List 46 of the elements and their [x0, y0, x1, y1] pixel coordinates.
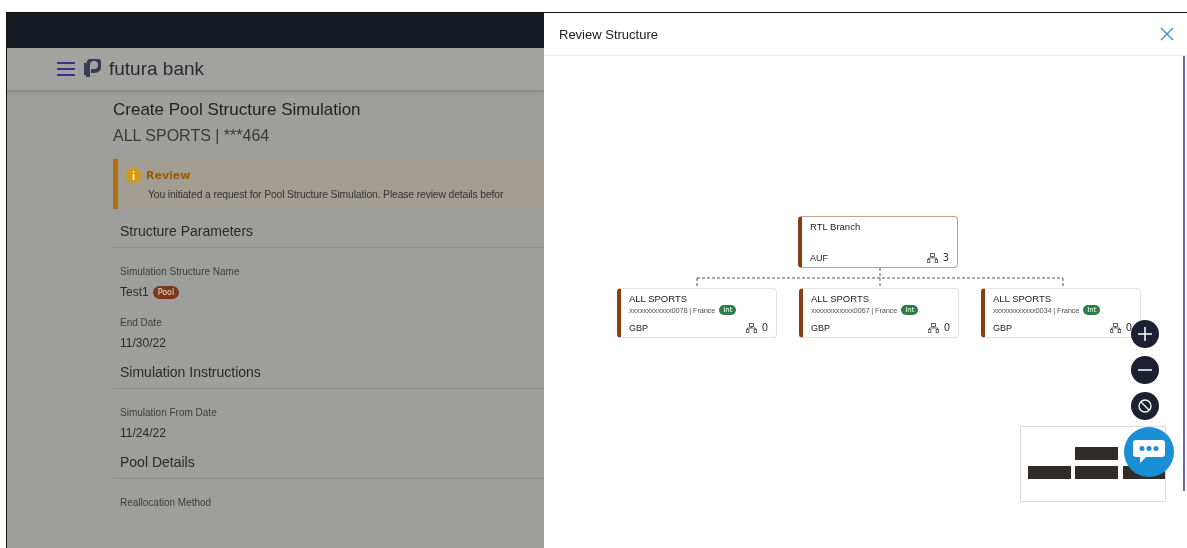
field-label: Reallocation Method	[120, 497, 213, 508]
node-name: ALL SPORTS	[629, 293, 689, 304]
alert-title: Review	[146, 169, 191, 182]
hierarchy-icon	[927, 322, 939, 333]
section-title: Structure Parameters	[113, 209, 544, 248]
hierarchy-icon	[745, 322, 757, 333]
node-currency: GBP	[811, 322, 831, 333]
section-title: Pool Details	[113, 440, 544, 479]
page-subtitle: ALL SPORTS | ***464	[113, 127, 271, 145]
node-currency: AUF	[810, 252, 829, 263]
node-name: ALL SPORTS	[811, 293, 871, 304]
node-count: 0	[943, 322, 950, 333]
page-title: Create Pool Structure Simulation	[113, 100, 362, 120]
zoom-out-button[interactable]	[1131, 356, 1159, 384]
node-count: 0	[1125, 322, 1132, 333]
zoom-in-button[interactable]	[1131, 320, 1159, 348]
node-currency: GBP	[629, 322, 649, 333]
hierarchy-icon	[926, 252, 938, 263]
logo-icon	[83, 59, 101, 79]
field-label: Simulation From Date	[120, 407, 218, 418]
tree-node[interactable]: RTL Branch AUF 3	[798, 216, 958, 268]
node-count: 0	[761, 322, 768, 333]
node-name: RTL Branch	[810, 221, 862, 232]
field-value: 11/30/22	[120, 336, 166, 350]
close-button[interactable]	[1159, 26, 1175, 42]
reset-button[interactable]	[1131, 392, 1159, 420]
menu-icon[interactable]	[57, 62, 75, 76]
brand-name: futura bank	[109, 58, 205, 80]
field-value: Test1	[120, 285, 149, 299]
alert-message: You initiated a request for Pool Structure Simulation. Please review details befor	[147, 189, 505, 200]
node-currency: GBP	[993, 322, 1013, 333]
chat-button[interactable]	[1124, 427, 1174, 477]
field-label: Simulation Structure Name	[120, 266, 241, 277]
node-count: 3	[942, 252, 949, 263]
section-title: Simulation Instructions	[113, 350, 544, 389]
prohibited-icon	[1138, 399, 1152, 413]
scrollbar[interactable]	[1183, 56, 1185, 491]
field-label: End Date	[120, 317, 163, 328]
hierarchy-icon	[1109, 322, 1121, 333]
info-icon	[126, 168, 141, 183]
field-value: 11/24/22	[120, 426, 166, 440]
panel-title: Review Structure	[559, 26, 658, 42]
plus-icon	[1138, 327, 1152, 341]
node-name: ALL SPORTS	[993, 293, 1053, 304]
pool-tag: Pool	[152, 285, 180, 299]
chat-icon	[1132, 438, 1166, 466]
